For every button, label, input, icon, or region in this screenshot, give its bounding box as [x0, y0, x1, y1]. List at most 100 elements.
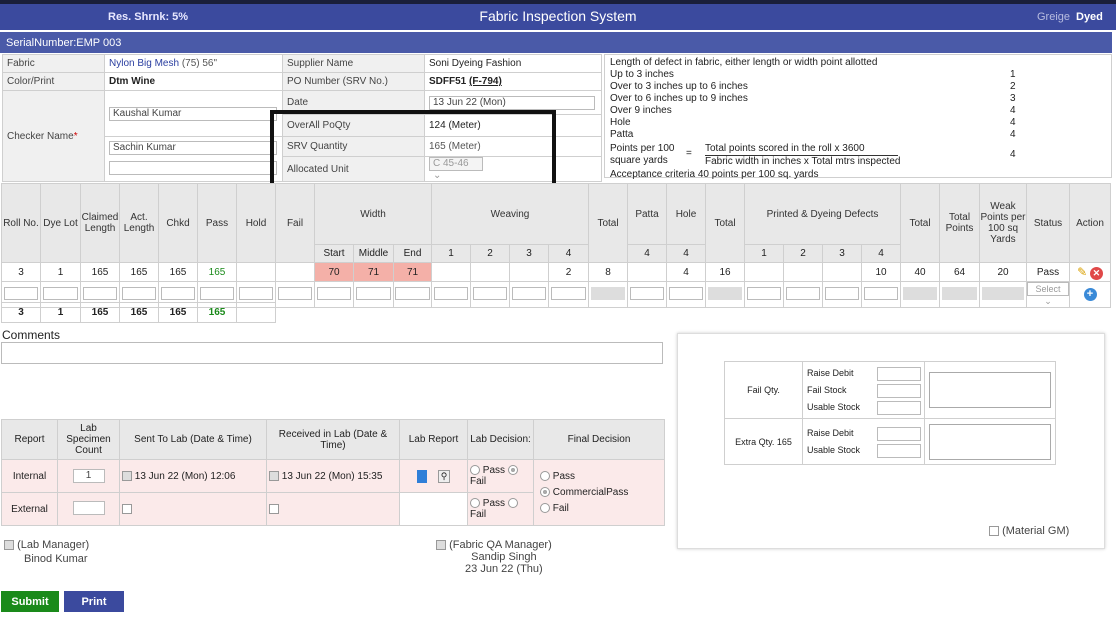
- external-fail-label: Fail: [470, 509, 487, 520]
- criteria-row-points: 3: [1010, 93, 1016, 104]
- input-roll[interactable]: [3, 286, 39, 300]
- input-dye[interactable]: [42, 286, 79, 300]
- input-w4[interactable]: [550, 286, 587, 300]
- sub-middle: Middle: [353, 244, 394, 263]
- fabric-label: Fabric: [2, 54, 105, 73]
- cell-total-3: 40: [900, 262, 940, 282]
- raise-debit-input[interactable]: [877, 366, 921, 381]
- final-fail-radio[interactable]: [540, 502, 550, 513]
- input-end[interactable]: [395, 286, 430, 300]
- lab-manager-checkbox[interactable]: [4, 540, 14, 551]
- external-pass-label: Pass: [482, 498, 506, 509]
- col-chkd: Chkd: [158, 183, 198, 263]
- print-button[interactable]: Print: [64, 591, 124, 612]
- criteria-row: Hole 4: [610, 117, 1106, 129]
- final-pass-radio[interactable]: [540, 470, 550, 481]
- date-input[interactable]: 13 Jun 22 (Mon): [429, 95, 595, 110]
- extra-raise-debit-label: Raise Debit: [807, 427, 854, 438]
- input-p2[interactable]: [785, 286, 821, 300]
- color-label: Color/Print: [2, 72, 105, 91]
- received-internal-cell: 13 Jun 22 (Mon) 15:35: [266, 459, 400, 493]
- input-p4[interactable]: [863, 286, 899, 300]
- col-total-3: Total: [900, 183, 940, 263]
- lab-col-report-file: Lab Report: [399, 419, 468, 460]
- input-pass[interactable]: [199, 286, 235, 300]
- checker-label: Checker Name*: [2, 90, 105, 182]
- totals-row: 3 1 165 165 165 165: [1, 302, 1111, 323]
- delete-icon[interactable]: ✕: [1089, 266, 1103, 280]
- input-chkd[interactable]: [160, 286, 196, 300]
- input-actual[interactable]: [121, 286, 157, 300]
- sent-internal-checkbox[interactable]: [122, 470, 132, 481]
- input-start[interactable]: [316, 286, 352, 300]
- input-hole[interactable]: [668, 286, 704, 300]
- lab-decision-internal: Pass Fail: [467, 459, 534, 493]
- lab-decision-external: Pass Fail: [467, 492, 534, 526]
- formula-numerator: Total points scored in the roll x 3600: [705, 143, 898, 156]
- po-link[interactable]: (F-794): [469, 76, 502, 87]
- fail-stock-input[interactable]: [877, 383, 921, 398]
- col-hold: Hold: [236, 183, 276, 263]
- input-points: [941, 286, 978, 300]
- lab-external-label: External: [1, 492, 58, 526]
- specimen-count-input[interactable]: 1: [72, 469, 105, 483]
- external-fail-radio[interactable]: [507, 498, 518, 509]
- internal-fail-radio[interactable]: [507, 465, 518, 476]
- fail-notes-textarea[interactable]: [929, 372, 1051, 408]
- input-middle[interactable]: [355, 286, 392, 300]
- input-w2[interactable]: [472, 286, 508, 300]
- edit-pencil-icon[interactable]: ✎: [1077, 265, 1087, 279]
- document-icon[interactable]: [416, 469, 427, 483]
- checker-3-input[interactable]: [109, 160, 277, 175]
- checker-1-input[interactable]: Kaushal Kumar: [109, 106, 277, 121]
- cell-middle: 71: [353, 262, 394, 282]
- received-external-checkbox[interactable]: [269, 503, 279, 514]
- col-pass: Pass: [197, 183, 237, 263]
- qa-manager-checkbox[interactable]: [436, 540, 446, 551]
- fail-qty-label: Fail Qty.: [724, 361, 803, 419]
- greige-toggle[interactable]: Greige: [1037, 11, 1070, 23]
- submit-button[interactable]: Submit: [1, 591, 59, 612]
- received-internal-checkbox[interactable]: [269, 470, 279, 481]
- fabric-name-link[interactable]: Nylon Big Mesh: [109, 58, 179, 69]
- sent-internal-date: 13 Jun 22 (Mon) 12:06: [134, 470, 236, 482]
- specimen-external-input[interactable]: [72, 500, 105, 515]
- extra-raise-debit-input[interactable]: [877, 426, 921, 441]
- material-gm: (Material GM): [989, 525, 1069, 537]
- input-fail[interactable]: [277, 286, 313, 300]
- input-p3[interactable]: [824, 286, 860, 300]
- checker-2-input[interactable]: Sachin Kumar: [109, 140, 277, 155]
- input-w1[interactable]: [433, 286, 469, 300]
- points-label-1: Points per 100: [610, 143, 675, 154]
- input-w3[interactable]: [511, 286, 547, 300]
- input-total-2: [707, 286, 743, 300]
- add-row-icon[interactable]: +: [1083, 288, 1097, 301]
- total-hold: [236, 302, 276, 323]
- input-claimed[interactable]: [82, 286, 118, 300]
- material-gm-checkbox[interactable]: [989, 526, 999, 537]
- extra-usable-stock-input[interactable]: [877, 443, 921, 458]
- internal-pass-radio[interactable]: [470, 465, 480, 476]
- criteria-heading: Length of defect in fabric, either lengt…: [610, 57, 878, 68]
- comments-textarea[interactable]: [1, 342, 663, 364]
- input-hold[interactable]: [238, 286, 274, 300]
- checker-1-cell: Kaushal Kumar: [104, 90, 283, 137]
- col-action: Action: [1069, 183, 1111, 263]
- sent-external-checkbox[interactable]: [122, 503, 132, 514]
- external-pass-radio[interactable]: [470, 498, 480, 509]
- status-select[interactable]: Select ⌄: [1027, 282, 1069, 306]
- points-value: 4: [1010, 149, 1016, 160]
- input-patta[interactable]: [629, 286, 665, 300]
- search-icon[interactable]: ⚲: [438, 469, 451, 483]
- input-p1[interactable]: [746, 286, 782, 300]
- sub-print-3: 3: [822, 244, 862, 263]
- extra-notes-textarea[interactable]: [929, 423, 1051, 460]
- usable-stock-input[interactable]: [877, 400, 921, 415]
- criteria-row-label: Up to 3 inches: [610, 69, 674, 80]
- serial-number-bar: SerialNumber:EMP 003: [0, 32, 1112, 53]
- final-commercial-radio[interactable]: [540, 486, 550, 497]
- dyed-toggle[interactable]: Dyed: [1076, 11, 1103, 23]
- cell-patta: [627, 262, 667, 282]
- points-label-2: square yards: [610, 155, 668, 166]
- input-weak: [981, 286, 1025, 300]
